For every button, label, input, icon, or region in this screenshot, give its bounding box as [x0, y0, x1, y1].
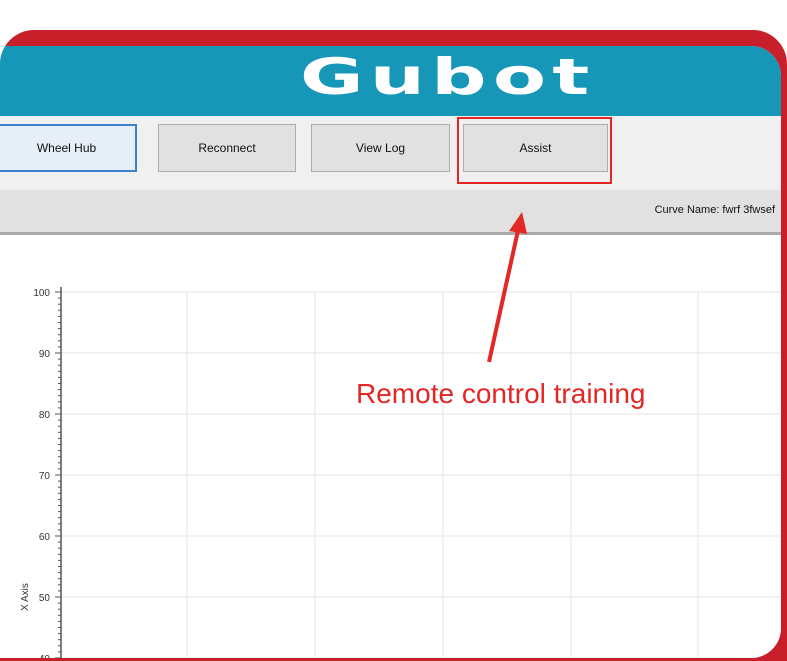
y-tick-label: 50 [39, 593, 51, 604]
view-log-button[interactable]: View Log [311, 124, 450, 172]
toolbar: Wheel Hub Reconnect View Log Assist [0, 116, 781, 191]
assist-highlight-box [457, 117, 612, 184]
chart-area: 100 90 80 70 60 50 40 X Axis [0, 235, 781, 658]
app-logo: Gubot [300, 48, 596, 106]
app-window: Gubot Wheel Hub Reconnect View Log Assis… [0, 46, 781, 658]
app-header: Gubot [0, 46, 781, 116]
y-tick-label: 80 [39, 410, 51, 421]
curve-name-label: Curve Name: fwrf 3fwsef [654, 204, 775, 216]
annotation-text: Remote control training [356, 378, 646, 409]
y-tick-label: 40 [39, 654, 51, 658]
y-tick-label: 70 [39, 471, 51, 482]
y-tick-label: 90 [39, 349, 51, 360]
status-bar: Curve Name: fwrf 3fwsef [0, 190, 781, 235]
red-frame: Gubot Wheel Hub Reconnect View Log Assis… [0, 30, 787, 661]
y-tick-label: 60 [39, 532, 51, 543]
wheel-hub-button[interactable]: Wheel Hub [0, 124, 137, 172]
y-axis-label: X Axis [20, 583, 31, 611]
y-tick-label: 100 [33, 288, 50, 299]
reconnect-button[interactable]: Reconnect [158, 124, 296, 172]
chart-svg: 100 90 80 70 60 50 40 X Axis [20, 287, 781, 658]
